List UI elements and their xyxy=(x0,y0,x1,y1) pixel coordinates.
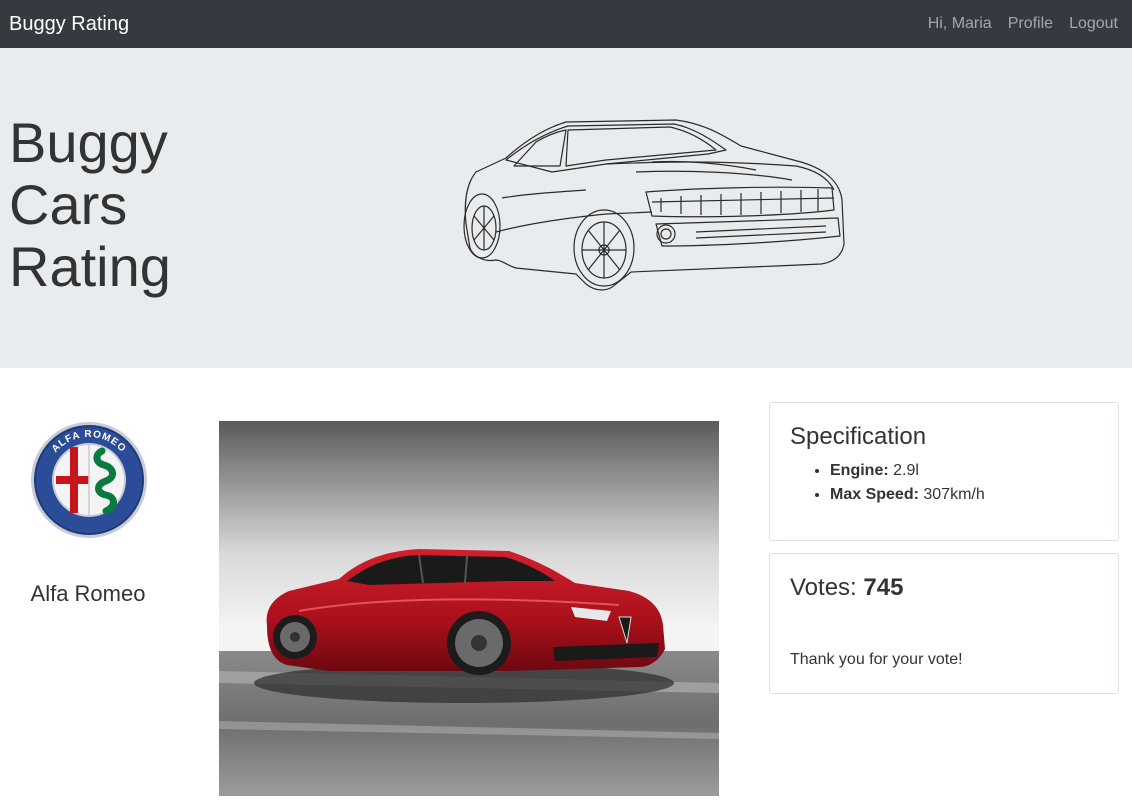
vote-thanks-message: Thank you for your vote! xyxy=(790,651,963,668)
engine-value: 2.9l xyxy=(893,462,919,479)
votes-count: 745 xyxy=(863,574,904,601)
list-item: Engine: 2.9l xyxy=(830,459,1098,483)
max-speed-label: Max Speed: xyxy=(830,486,919,503)
specification-title: Specification xyxy=(790,423,927,450)
hero-banner: Buggy Cars Rating xyxy=(0,48,1132,368)
nav-links: Hi, Maria Profile Logout xyxy=(912,15,1118,33)
votes-label: Votes: xyxy=(790,574,857,601)
profile-link[interactable]: Profile xyxy=(1008,15,1053,33)
brand-link[interactable]: Buggy Rating xyxy=(9,13,129,36)
list-item: Max Speed: 307km/h xyxy=(830,483,1098,507)
votes-card: Votes: 745 Thank you for your vote! xyxy=(769,553,1119,694)
car-sketch-image xyxy=(463,119,845,291)
user-greeting: Hi, Maria xyxy=(927,15,992,32)
max-speed-value: 307km/h xyxy=(923,486,985,503)
engine-label: Engine: xyxy=(830,462,889,479)
specification-list: Engine: 2.9l Max Speed: 307km/h xyxy=(790,459,1098,507)
navbar: Buggy Rating Hi, Maria Profile Logout xyxy=(0,0,1132,48)
car-photo xyxy=(219,421,719,796)
specification-card: Specification Engine: 2.9l Max Speed: 30… xyxy=(769,402,1119,541)
logout-link[interactable]: Logout xyxy=(1069,15,1118,33)
votes-heading: Votes: 745 xyxy=(790,574,1098,602)
make-name: Alfa Romeo xyxy=(30,581,146,606)
hero-title: Buggy Cars Rating xyxy=(9,111,171,298)
alfa-romeo-logo-icon[interactable]: ALFA ROMEO xyxy=(30,421,148,539)
